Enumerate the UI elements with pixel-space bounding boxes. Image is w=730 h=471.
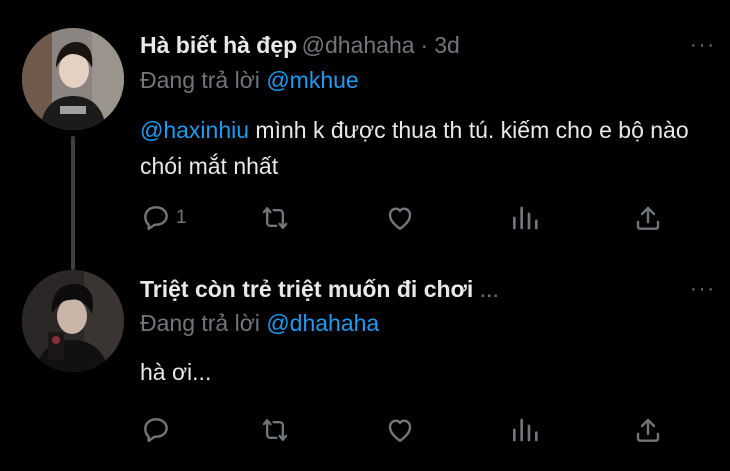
truncation-ellipsis: ... — [473, 276, 499, 302]
replying-to-label: Đang trả lời — [140, 67, 260, 93]
avatar[interactable] — [22, 28, 124, 130]
replying-to: Đang trả lời @mkhue — [140, 67, 359, 94]
body-mention[interactable]: @haxinhiu — [140, 117, 249, 143]
action-bar — [140, 412, 680, 448]
tweet-1[interactable]: Hà biết hà đẹp @dhahaha · 3d ··· Đang trả … — [0, 0, 730, 270]
tweet-header: Hà biết hà đẹp @dhahaha · 3d — [140, 32, 670, 59]
avatar[interactable] — [22, 270, 124, 372]
like-button[interactable] — [384, 412, 416, 448]
share-icon — [636, 206, 660, 230]
tweet-text: hà ơi... — [140, 359, 212, 385]
avatar-photo — [22, 270, 124, 372]
separator-dot: · — [420, 32, 429, 58]
replying-to-mention[interactable]: @dhahaha — [266, 310, 379, 336]
reply-button[interactable] — [140, 412, 172, 448]
share-button[interactable] — [632, 200, 664, 236]
analytics-button[interactable] — [510, 412, 540, 448]
more-options-icon[interactable]: ··· — [690, 278, 716, 301]
analytics-button[interactable] — [510, 200, 540, 236]
tweet-header: Triệt còn trẻ triệt muốn đi chơi ... — [140, 276, 670, 303]
thread-connector — [71, 136, 75, 270]
timestamp[interactable]: 3d — [434, 32, 460, 58]
like-icon — [388, 419, 412, 442]
analytics-icon — [512, 418, 538, 442]
author-handle[interactable]: @dhahaha — [302, 32, 415, 58]
reply-icon — [144, 418, 168, 443]
replying-to-label: Đang trả lời — [140, 310, 260, 336]
replying-to-mention[interactable]: @mkhue — [266, 67, 358, 93]
analytics-icon — [512, 206, 538, 230]
share-button[interactable] — [632, 412, 664, 448]
reply-button[interactable]: 1 — [140, 200, 187, 236]
like-icon — [388, 207, 412, 230]
retweet-button[interactable] — [258, 412, 292, 448]
retweet-button[interactable] — [258, 200, 292, 236]
author-name[interactable]: Hà biết hà đẹp — [140, 32, 297, 58]
tweet-2[interactable]: Triệt còn trẻ triệt muốn đi chơi ... ···… — [0, 262, 730, 471]
retweet-icon — [262, 207, 288, 229]
share-icon — [636, 418, 660, 442]
avatar-photo — [22, 28, 124, 130]
retweet-icon — [262, 419, 288, 441]
more-options-icon[interactable]: ··· — [690, 34, 716, 57]
action-bar: 1 — [140, 200, 680, 236]
replying-to: Đang trả lời @dhahaha — [140, 310, 379, 337]
author-name[interactable]: Triệt còn trẻ triệt muốn đi chơi — [140, 276, 473, 302]
like-button[interactable] — [384, 200, 416, 236]
reply-count: 1 — [176, 207, 187, 228]
tweet-text: @haxinhiu mình k được thua th tú. kiếm c… — [140, 112, 720, 184]
reply-icon — [144, 206, 168, 231]
